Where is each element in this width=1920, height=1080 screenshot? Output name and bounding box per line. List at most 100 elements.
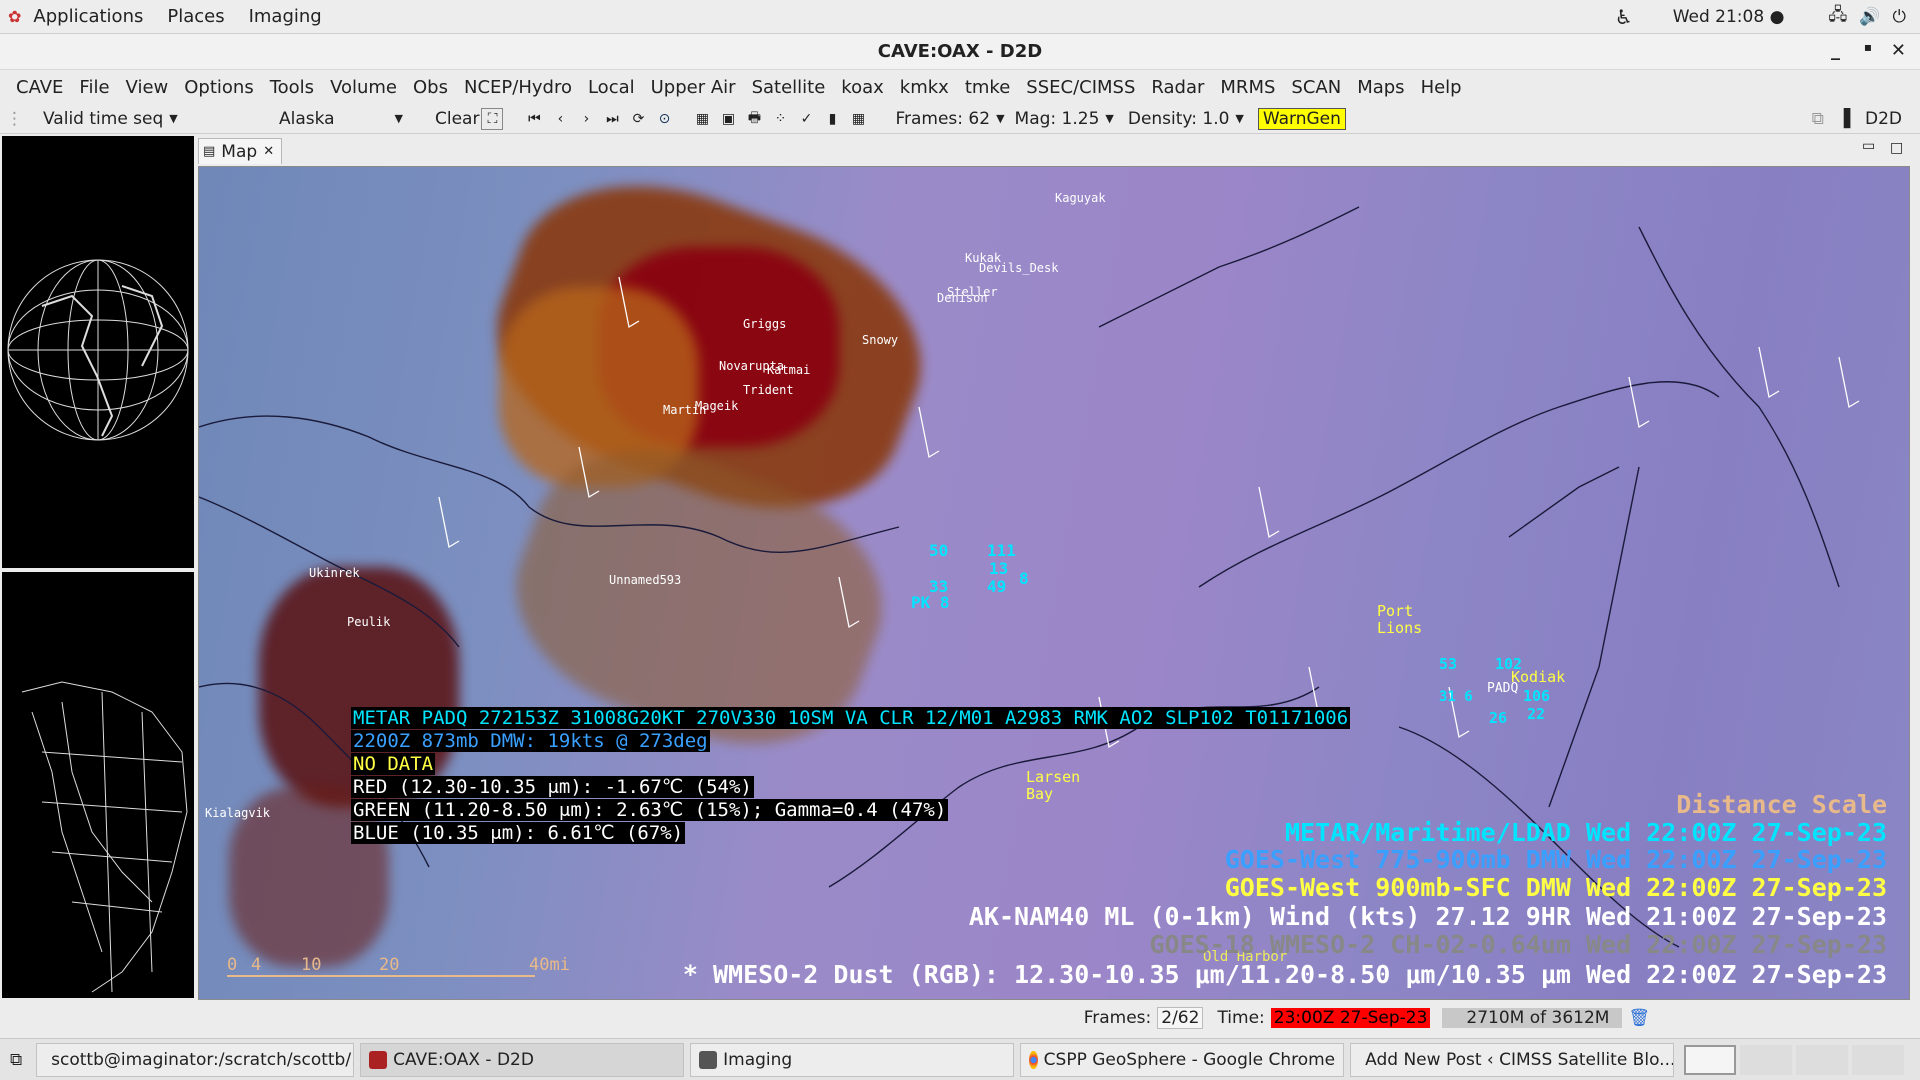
menu-radar[interactable]: Radar [1143, 77, 1212, 98]
menu-ssec-cimss[interactable]: SSEC/CIMSS [1018, 77, 1143, 98]
legend-goes18: GOES-18 WMESO-2 CH-02-0.64um Wed 22:00Z … [1149, 930, 1887, 959]
places-menu[interactable]: Places [155, 6, 236, 27]
save-icon[interactable]: ▣ [717, 108, 739, 130]
tab-map[interactable]: ▤ Map ✕ [198, 138, 282, 164]
menu-volume[interactable]: Volume [322, 77, 405, 98]
trash-icon[interactable]: 🗑 [1628, 1008, 1650, 1028]
chevron-down-icon: ▼ [169, 112, 178, 125]
menu-ncep-hydro[interactable]: NCEP/Hydro [456, 77, 580, 98]
maximize-view-icon[interactable]: □ [1890, 140, 1903, 156]
map-display[interactable]: Kaguyak Kukak Devils_Desk Steller Deniso… [198, 166, 1910, 1000]
menu-tools[interactable]: Tools [262, 77, 322, 98]
zoom-extent-icon[interactable]: ⛶ [481, 107, 504, 130]
world-globe-panel[interactable] [2, 136, 194, 568]
task-imaging[interactable]: Imaging [690, 1042, 1015, 1077]
menu-koax[interactable]: koax [833, 77, 891, 98]
menu-cave[interactable]: CAVE [8, 77, 71, 98]
close-icon[interactable]: ✕ [1891, 40, 1906, 61]
menu-options[interactable]: Options [176, 77, 261, 98]
legend-distance-scale: Distance Scale [1676, 790, 1887, 819]
loop-icon[interactable]: ⟳ [627, 108, 649, 130]
station-griggs: Griggs [743, 317, 787, 331]
chevron-down-icon: ▼ [1235, 112, 1244, 125]
close-tab-icon[interactable]: ✕ [263, 144, 274, 159]
ob-value: 8 [1019, 569, 1029, 588]
next-frame-icon[interactable]: › [575, 108, 597, 130]
scale-tick-label: 0 [227, 955, 238, 975]
imaging-menu[interactable]: Imaging [237, 6, 334, 27]
applications-menu[interactable]: Applications [21, 6, 155, 27]
minimize-view-icon[interactable]: ▭ [1862, 138, 1875, 154]
station-katmai: Katmai [767, 363, 811, 377]
points-icon[interactable]: ⁘ [769, 108, 791, 130]
window-title-bar: CAVE:OAX - D2D _ ▪ ✕ [0, 34, 1920, 70]
maximize-icon[interactable]: ▪ [1864, 40, 1872, 54]
show-desktop-icon[interactable]: ⧉ [10, 1050, 22, 1070]
d2d-perspective-button[interactable]: ▌ D2D [1844, 109, 1902, 129]
sample-readout: METAR PADQ 272153Z 31008G20KT 270V330 10… [351, 707, 1351, 845]
ob-value: 50 [929, 541, 949, 560]
accessibility-icon[interactable]: ♿ [1615, 5, 1633, 29]
last-frame-icon[interactable]: ⏭ [601, 108, 623, 130]
minimize-icon[interactable]: _ [1831, 40, 1840, 61]
cave-icon [369, 1050, 388, 1069]
workspace-1[interactable] [1684, 1044, 1737, 1075]
workspace-3[interactable] [1796, 1044, 1849, 1075]
workspace-4[interactable] [1852, 1044, 1905, 1075]
clear-button[interactable]: Clear [435, 109, 479, 129]
menu-obs[interactable]: Obs [405, 77, 456, 98]
time-seq-dropdown[interactable]: Valid time seq ▼ [43, 109, 193, 129]
legend-goes-dmw-lower: GOES-West 900mb-SFC DMW Wed 22:00Z 27-Se… [1224, 873, 1887, 902]
power-icon[interactable]: ⏻ [1893, 7, 1906, 27]
task-chrome[interactable]: CSPP GeoSphere - Google Chrome [1020, 1042, 1345, 1077]
scale-tick-label: 4 [251, 955, 262, 975]
clock[interactable]: Wed 21:08 ● [1673, 7, 1785, 27]
chevron-down-icon: ▼ [394, 112, 403, 125]
panel-1-icon[interactable]: ▮ [821, 108, 843, 130]
scale-dropdown[interactable]: Alaska ▼ [279, 109, 403, 129]
workspace-2[interactable] [1740, 1044, 1793, 1075]
panel-selector [0, 134, 196, 1000]
menu-help[interactable]: Help [1413, 77, 1470, 98]
menu-mrms[interactable]: MRMS [1212, 77, 1283, 98]
north-america-panel[interactable] [2, 572, 194, 998]
scale-tick-label: 10 [301, 955, 322, 975]
image-properties-icon[interactable]: ▦ [691, 108, 713, 130]
menu-local[interactable]: Local [580, 77, 643, 98]
menu-scan[interactable]: SCAN [1283, 77, 1349, 98]
menu-kmkx[interactable]: kmkx [892, 77, 957, 98]
station-kialagvik: Kialagvik [205, 806, 271, 820]
menu-upper-air[interactable]: Upper Air [643, 77, 744, 98]
station-mageik: Mageik [695, 399, 739, 413]
task-terminal[interactable]: scottb@imaginator:/scratch/scottb/... [36, 1042, 355, 1077]
time-value: 23:00Z 27-Sep-23 [1270, 1008, 1431, 1028]
frames-dropdown[interactable]: Frames: 62 ▼ [895, 109, 1004, 129]
legend-nam-wind: AK-NAM40 ML (0-1km) Wind (kts) 27.12 9HR… [968, 902, 1887, 931]
print-icon[interactable]: 🖶 [743, 108, 765, 130]
menu-maps[interactable]: Maps [1349, 77, 1412, 98]
task-cave[interactable]: CAVE:OAX - D2D [360, 1042, 685, 1077]
open-perspective-icon[interactable]: ⧉ [1812, 109, 1824, 129]
window-title: CAVE:OAX - D2D [877, 41, 1043, 62]
panel-4-icon[interactable]: ▦ [847, 108, 869, 130]
menu-view[interactable]: View [118, 77, 177, 98]
chevron-down-icon: ▼ [996, 112, 1005, 125]
task-firefox[interactable]: Add New Post ‹ CIMSS Satellite Blo... [1350, 1042, 1675, 1077]
station-devils-desk: Devils_Desk [979, 261, 1059, 275]
menu-tmke[interactable]: tmke [957, 77, 1018, 98]
warngen-button[interactable]: WarnGen [1257, 107, 1346, 130]
loop-properties-icon[interactable]: ⊙ [653, 108, 675, 130]
ob-value: 106 [1523, 687, 1551, 705]
menu-file[interactable]: File [71, 77, 117, 98]
volume-icon[interactable]: 🔊 [1859, 7, 1880, 27]
status-bar: Frames: 2/62 Time: 23:00Z 27-Sep-23 2710… [0, 1003, 1920, 1033]
first-frame-icon[interactable]: ⏮ [523, 108, 545, 130]
sample-metar: METAR PADQ 272153Z 31008G20KT 270V330 10… [351, 707, 1351, 729]
mag-dropdown[interactable]: Mag: 1.25 ▼ [1015, 109, 1114, 129]
baseline-icon[interactable]: ✓ [795, 108, 817, 130]
menu-satellite[interactable]: Satellite [744, 77, 834, 98]
density-dropdown[interactable]: Density: 1.0 ▼ [1128, 109, 1244, 129]
network-icon[interactable]: 🖧 [1828, 2, 1847, 31]
prev-frame-icon[interactable]: ‹ [549, 108, 571, 130]
sample-dmw: 2200Z 873mb DMW: 19kts @ 273deg [351, 730, 710, 752]
